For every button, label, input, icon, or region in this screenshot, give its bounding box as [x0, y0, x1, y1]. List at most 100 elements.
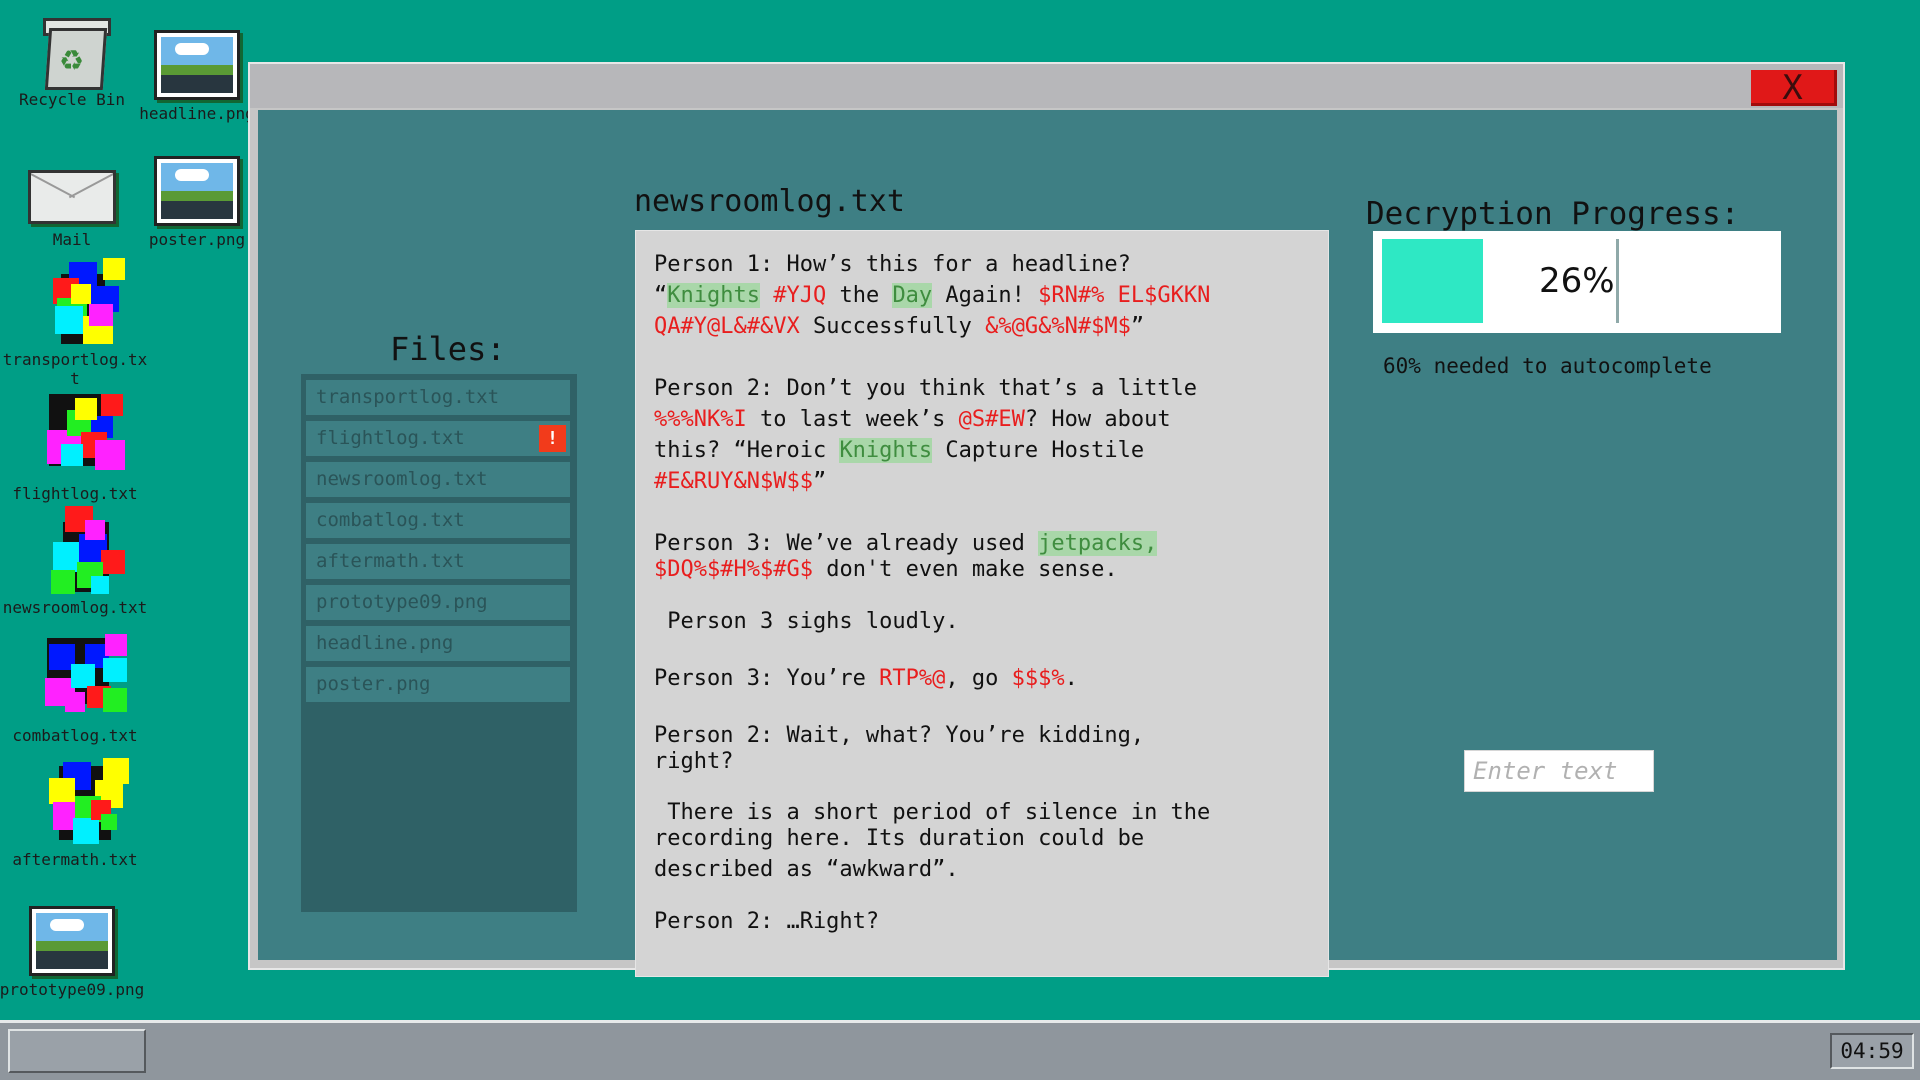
desktop-icon-aftermath[interactable]: aftermath.txt [0, 758, 150, 869]
file-item-label: headline.png [316, 632, 454, 654]
document-line: Person 3 sighs loudly. [654, 606, 958, 637]
file-item-label: aftermath.txt [316, 550, 465, 572]
plain-text: Person 3: We’ve already used [654, 531, 1039, 556]
plain-text: described as “awkward”. [654, 857, 959, 882]
alert-badge: ! [539, 425, 566, 452]
desktop-icon-flightlog[interactable]: flightlog.txt [0, 392, 150, 503]
decryption-title: Decryption Progress: [1366, 196, 1740, 232]
desktop-icon-prototype09[interactable]: prototype09.png [0, 906, 147, 999]
plain-text: Again! [932, 283, 1039, 308]
taskbar-clock: 04:59 [1830, 1033, 1914, 1069]
redacted-text[interactable]: #E&RUY&N$W$$ [654, 469, 813, 494]
image-file-icon [154, 156, 240, 226]
decrypted-keyword: Day [892, 283, 933, 308]
file-item-poster[interactable]: poster.png [306, 667, 570, 702]
decryption-window: X Files: transportlog.txt flightlog.txt!… [248, 62, 1845, 977]
file-item-label: poster.png [316, 673, 431, 695]
plain-text: Person 3: You’re [654, 666, 880, 691]
desktop-icon-newsroomlog[interactable]: newsroomlog.txt [0, 506, 150, 617]
corrupted-file-icon [25, 392, 125, 482]
mail-icon [28, 170, 116, 224]
redacted-text[interactable]: $$$% [1012, 666, 1065, 691]
document-line: QA#Y@L&#&VX Successfully &%@G&%N#$M$” [654, 311, 1144, 342]
window-content: Files: transportlog.txt flightlog.txt! n… [258, 110, 1837, 977]
desktop-icon-label: aftermath.txt [12, 850, 138, 869]
desktop-icon-label: combatlog.txt [12, 726, 138, 745]
decrypted-keyword: jetpacks, [1038, 531, 1158, 556]
desktop-icon-label: flightlog.txt [12, 484, 138, 503]
plain-text: the [826, 283, 893, 308]
plain-text: ” [1130, 314, 1145, 339]
plain-text: Successfully [799, 314, 986, 339]
document-line: described as “awkward”. [654, 854, 959, 885]
plain-text: “ [654, 283, 668, 308]
redacted-text[interactable]: @S#EW [959, 407, 1025, 432]
progress-percent: 26% [1539, 261, 1615, 301]
file-item-label: newsroomlog.txt [316, 468, 488, 490]
decrypted-keyword: Knights [839, 438, 933, 463]
redacted-text[interactable]: $DQ%$#H%$#G$ [654, 557, 813, 582]
plain-text: ” [812, 469, 827, 494]
document-line: Person 3: You’re RTP%@, go $$$%. [654, 663, 1078, 694]
plain-text: Person 2: Wait, what? You’re kidding, [654, 723, 1145, 748]
close-button[interactable]: X [1751, 70, 1837, 106]
document-line: #E&RUY&N$W$$” [654, 466, 826, 497]
desktop-icon-label: prototype09.png [0, 980, 145, 999]
file-item-label: transportlog.txt [316, 386, 500, 408]
file-item-label: prototype09.png [316, 591, 488, 613]
desktop-icon-label: transportlog.txt [2, 350, 148, 388]
start-button[interactable] [8, 1029, 146, 1073]
plain-text: this? “Heroic [654, 438, 840, 463]
image-file-icon [154, 30, 240, 100]
corrupted-file-icon [25, 758, 129, 848]
redacted-text[interactable]: #YJQ [773, 283, 826, 308]
file-item-label: combatlog.txt [316, 509, 465, 531]
decrypted-keyword: Knights [667, 283, 760, 308]
plain-text: to last week’s [746, 407, 959, 432]
plain-text: , go [945, 666, 1012, 691]
file-list: transportlog.txt flightlog.txt! newsroom… [301, 374, 577, 912]
file-item-flightlog[interactable]: flightlog.txt! [306, 421, 570, 456]
corrupted-file-icon [25, 506, 125, 596]
plain-text: Person 2: Don’t you think that’s a littl… [654, 376, 1198, 401]
desktop-icon-combatlog[interactable]: combatlog.txt [0, 634, 150, 745]
progress-caret [1616, 239, 1619, 323]
plain-text: There is a short period of silence in th… [654, 800, 1211, 825]
autocomplete-note: 60% needed to autocomplete [1383, 354, 1712, 378]
document-line: Person 2: …Right? [654, 906, 879, 937]
corrupted-file-icon [25, 634, 127, 724]
plain-text: . [1064, 666, 1078, 691]
files-title: Files: [390, 330, 506, 368]
decrypt-text-input[interactable] [1464, 750, 1654, 792]
decryption-progress-bar: 26% [1373, 231, 1781, 333]
file-item-transportlog[interactable]: transportlog.txt [306, 380, 570, 415]
redacted-text[interactable]: QA#Y@L&#&VX [654, 314, 800, 339]
file-item-prototype09[interactable]: prototype09.png [306, 585, 570, 620]
document-text: Person 1: How’s this for a headline? “Kni… [635, 230, 1329, 977]
file-item-combatlog[interactable]: combatlog.txt [306, 503, 570, 538]
document-line: this? “Heroic Knights Capture Hostile [654, 435, 1144, 466]
document-line: $DQ%$#H%$#G$ don't even make sense. [654, 554, 1118, 585]
document-line: recording here. Its duration could be [654, 823, 1144, 854]
plain-text [760, 283, 773, 308]
document-line: Person 2: Don’t you think that’s a littl… [654, 373, 1197, 404]
redacted-text[interactable]: $RN#% EL$GKKN [1038, 283, 1210, 308]
file-item-aftermath[interactable]: aftermath.txt [306, 544, 570, 579]
file-item-newsroomlog[interactable]: newsroomlog.txt [306, 462, 570, 497]
document-line: “Knights #YJQ the Day Again! $RN#% EL$GK… [654, 280, 1210, 311]
desktop-icon-transportlog[interactable]: transportlog.txt [0, 258, 150, 388]
document-line: right? [654, 746, 733, 777]
desktop-icon-label: newsroomlog.txt [2, 598, 148, 617]
plain-text: Capture Hostile [932, 438, 1145, 463]
redacted-text[interactable]: %%%NK%I [654, 407, 747, 432]
progress-fill [1382, 239, 1483, 323]
file-item-label: flightlog.txt [316, 427, 465, 449]
corrupted-file-icon [25, 258, 125, 348]
image-file-icon [29, 906, 115, 976]
taskbar: 04:59 [0, 1020, 1920, 1080]
plain-text: right? [654, 749, 734, 774]
window-titlebar[interactable]: X [250, 64, 1843, 108]
redacted-text[interactable]: &%@G&%N#$M$ [985, 314, 1131, 339]
file-item-headline[interactable]: headline.png [306, 626, 570, 661]
redacted-text[interactable]: RTP%@ [879, 666, 945, 691]
